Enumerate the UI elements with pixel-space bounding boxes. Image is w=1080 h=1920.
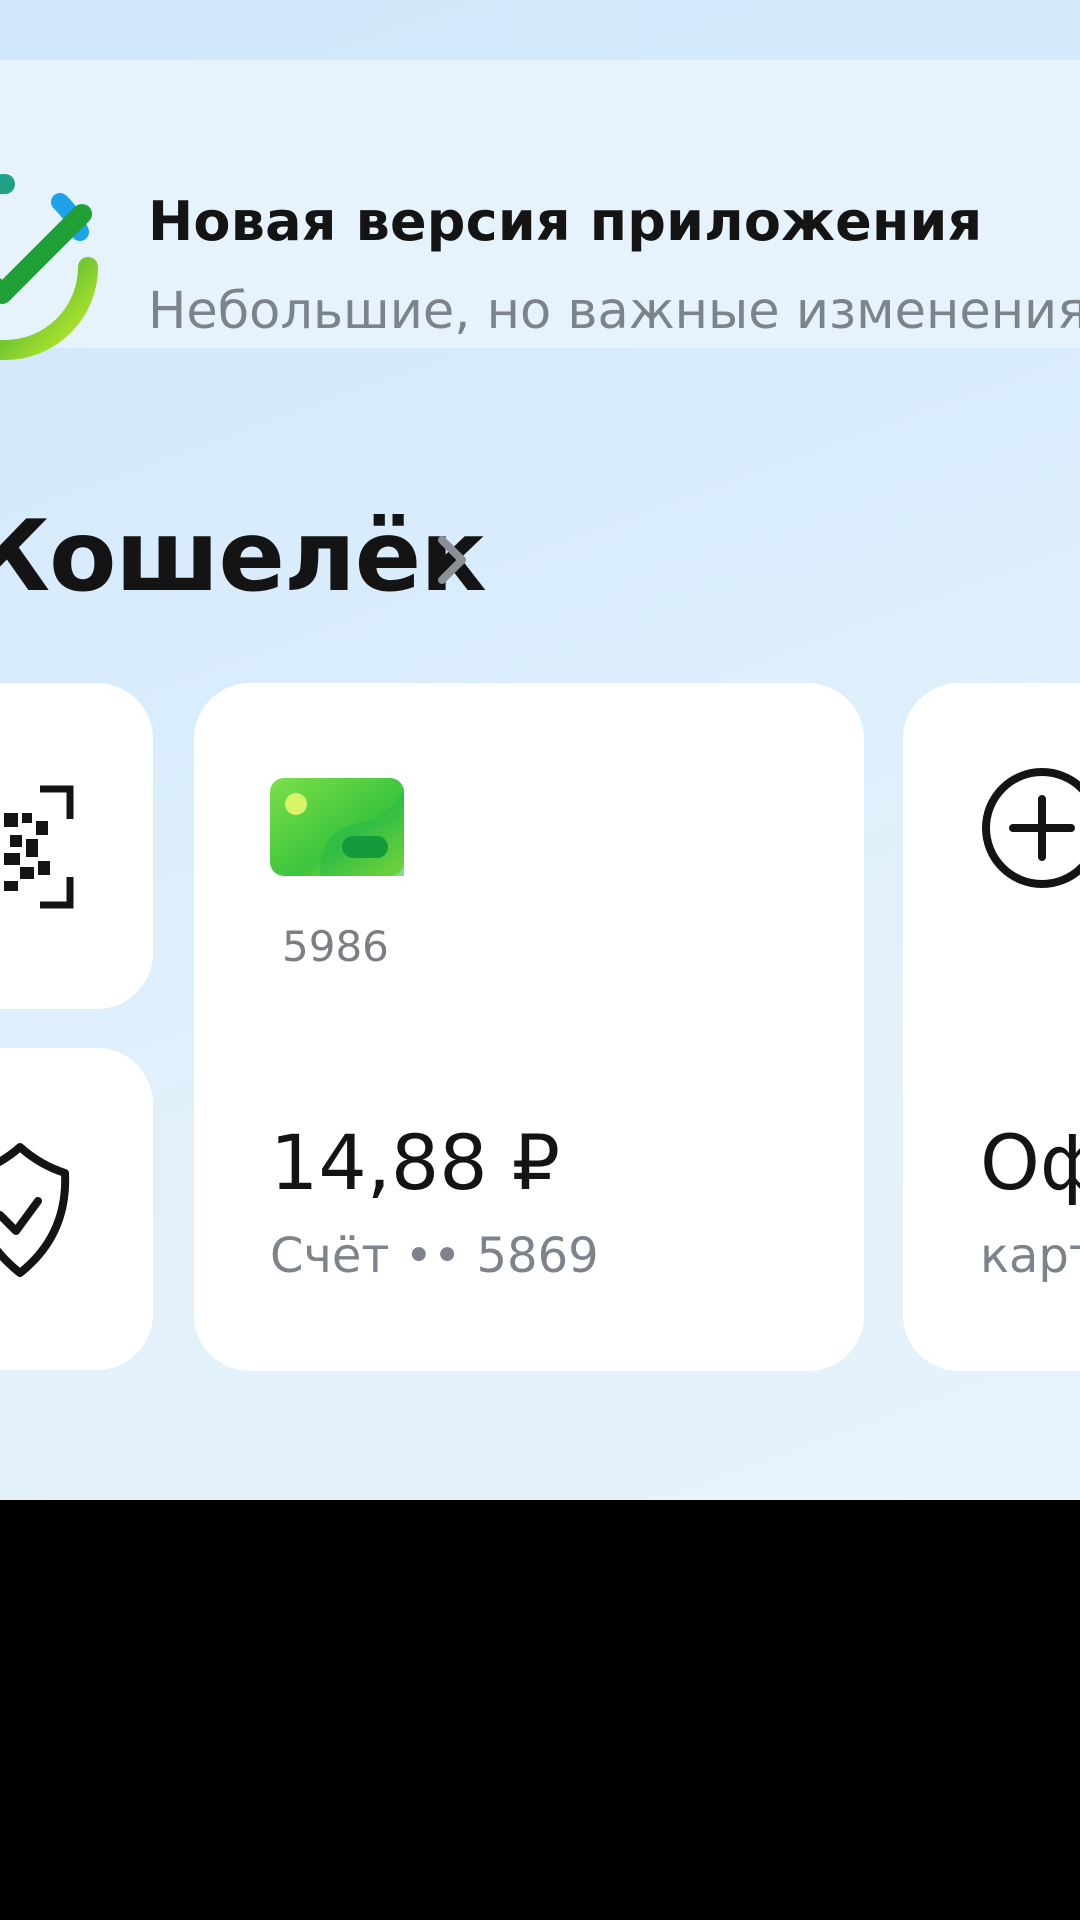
app-screen: Новая версия приложения Небольшие, но ва… [0, 0, 1080, 1500]
account-number: Счёт •• 5869 [270, 1228, 599, 1284]
empty-area [0, 1500, 1080, 1920]
update-banner[interactable]: Новая версия приложения Небольшие, но ва… [0, 60, 1080, 360]
banner-subtitle: Небольшие, но важные изменения [148, 282, 1080, 341]
order-card-subtitle: карту [980, 1228, 1080, 1284]
chevron-right-icon[interactable] [432, 530, 472, 590]
bank-card-icon [270, 778, 404, 876]
banner-title: Новая версия приложения [148, 190, 983, 253]
card-number: 5986 [282, 922, 389, 971]
account-balance: 14,88 ₽ [270, 1118, 561, 1207]
order-card-title: Оформить [980, 1118, 1080, 1207]
shield-check-icon [0, 1143, 70, 1277]
sber-check-logo-icon [0, 174, 98, 360]
wallet-title[interactable]: Кошелёк [0, 500, 487, 614]
plus-circle-icon [982, 768, 1080, 888]
qr-scan-icon [4, 785, 74, 909]
